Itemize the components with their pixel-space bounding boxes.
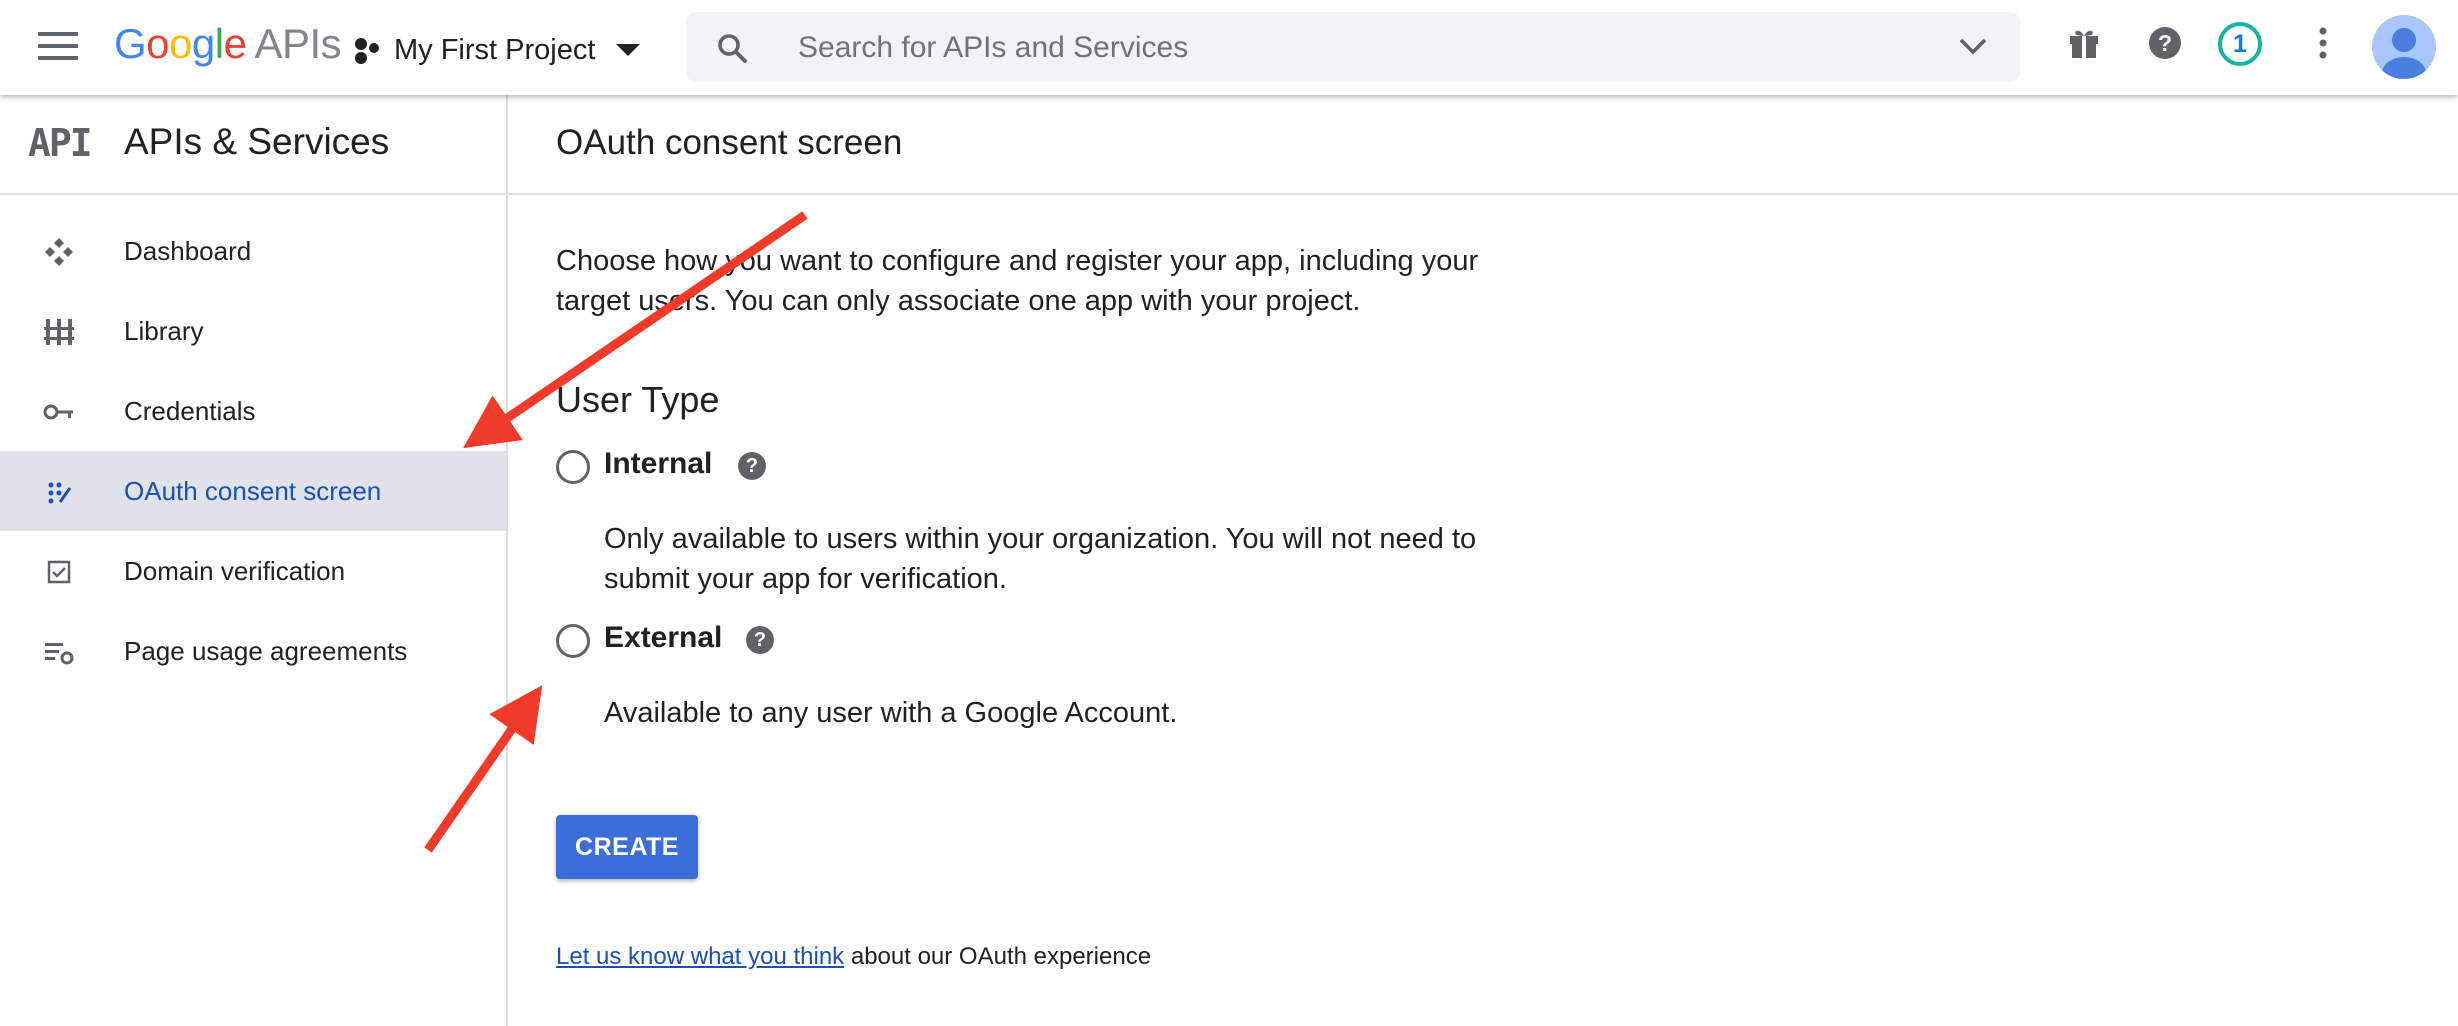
create-button[interactable]: CREATE <box>556 815 698 879</box>
page-title: OAuth consent screen <box>556 123 903 162</box>
project-selector[interactable]: My First Project <box>352 28 641 72</box>
search-icon[interactable] <box>716 32 748 64</box>
external-label[interactable]: External <box>604 621 722 655</box>
sidebar-item-label: Library <box>124 315 204 346</box>
main-content: OAuth consent screen Choose how you want… <box>508 95 2458 1026</box>
api-logo: API <box>28 121 93 165</box>
intro-text: Choose how you want to configure and reg… <box>556 245 1479 317</box>
sidebar-item-credentials[interactable]: Credentials <box>0 371 506 451</box>
internal-radio[interactable] <box>556 450 590 484</box>
search-input[interactable] <box>796 22 1880 74</box>
sidebar-item-label: Page usage agreements <box>124 635 408 666</box>
sidebar-item-page-usage-agreements[interactable]: Page usage agreements <box>0 611 506 691</box>
search-bar[interactable] <box>686 12 2020 82</box>
top-app-bar: GoogleAPIs My First Project ? 1 <box>0 0 2458 95</box>
help-icon[interactable]: ? <box>738 452 766 480</box>
settings-list-icon <box>45 643 74 665</box>
oauth-icon <box>48 482 72 504</box>
notification-count-badge[interactable]: 1 <box>2218 22 2262 66</box>
key-icon <box>43 404 73 420</box>
logo-letter: o <box>146 20 170 67</box>
project-name: My First Project <box>394 33 596 66</box>
user-type-heading: User Type <box>556 379 720 420</box>
sidebar-item-domain-verification[interactable]: Domain verification <box>0 531 506 611</box>
account-avatar[interactable] <box>2372 15 2436 79</box>
sidebar-nav: Dashboard Library Credentials OAuth cons… <box>0 211 506 691</box>
google-apis-logo[interactable]: Google APIs <box>114 20 342 68</box>
logo-letter: l <box>214 20 224 67</box>
sidebar-item-label: Credentials <box>124 395 256 426</box>
dashboard-icon <box>45 238 73 266</box>
logo-letter: o <box>169 20 192 67</box>
feedback-text: about our OAuth experience <box>844 943 1152 970</box>
internal-description: Only available to users within your orga… <box>604 523 1477 595</box>
checkbox-icon <box>47 560 71 584</box>
sidebar: API APIs & Services Dashboard Library Cr… <box>0 95 508 1026</box>
chevron-down-icon[interactable] <box>1958 36 1988 56</box>
dropdown-triangle-icon <box>616 44 641 56</box>
feedback-link[interactable]: Let us know what you think <box>556 943 844 970</box>
logo-letter: e <box>223 20 247 67</box>
sidebar-item-label: Domain verification <box>124 555 346 586</box>
logo-letter: G <box>114 20 147 67</box>
sidebar-item-label: Dashboard <box>124 235 252 266</box>
logo-apis-text: APIs <box>254 20 342 67</box>
internal-label[interactable]: Internal <box>604 447 712 481</box>
more-vert-icon[interactable] <box>2316 26 2330 60</box>
gift-icon[interactable] <box>2068 26 2100 60</box>
main-header: OAuth consent screen <box>508 95 2458 195</box>
svg-text:?: ? <box>2158 30 2172 56</box>
sidebar-header: API APIs & Services <box>0 95 506 195</box>
external-radio[interactable] <box>556 624 590 658</box>
sidebar-item-library[interactable]: Library <box>0 291 506 371</box>
library-icon <box>44 319 74 345</box>
sidebar-item-oauth-consent-screen[interactable]: OAuth consent screen <box>0 451 506 531</box>
sidebar-item-dashboard[interactable]: Dashboard <box>0 211 506 291</box>
sidebar-title: APIs & Services <box>124 121 390 162</box>
help-icon[interactable]: ? <box>746 626 774 654</box>
avatar-icon <box>2382 28 2426 79</box>
project-dots-icon <box>355 38 379 64</box>
sidebar-item-label: OAuth consent screen <box>124 475 382 506</box>
help-icon[interactable]: ? <box>2148 26 2182 60</box>
feedback-line: Let us know what you think about our OAu… <box>556 943 1151 971</box>
menu-icon[interactable] <box>38 32 78 60</box>
external-description: Available to any user with a Google Acco… <box>604 697 1178 729</box>
logo-letter: g <box>191 20 215 67</box>
